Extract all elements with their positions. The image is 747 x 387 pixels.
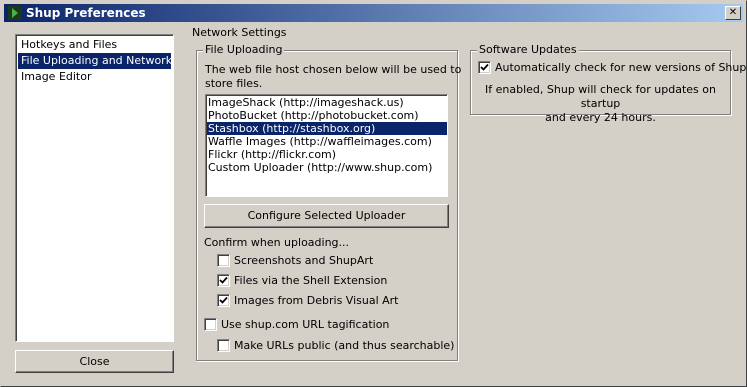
uploading-description-line1: The web file host chosen below will be u… — [205, 63, 462, 76]
shell-extension-checkbox[interactable] — [217, 274, 230, 287]
preferences-window: Shup Preferences ✕ Hotkeys and Files Fil… — [0, 0, 747, 387]
update-note: If enabled, Shup will check for updates … — [471, 83, 730, 125]
confirm-uploading-label: Confirm when uploading... — [204, 236, 350, 249]
uploading-description-line2: store files. — [205, 77, 263, 90]
sidebar-item-file-uploading[interactable]: File Uploading and Network — [18, 53, 172, 69]
sidebar-item-hotkeys[interactable]: Hotkeys and Files — [18, 37, 171, 53]
public-urls-checkbox-label[interactable]: Make URLs public (and thus searchable) — [234, 339, 454, 353]
tagification-checkbox[interactable] — [204, 318, 217, 331]
sidebar-item-image-editor[interactable]: Image Editor — [18, 69, 171, 85]
close-button[interactable]: Close — [15, 350, 174, 373]
title-bar[interactable]: Shup Preferences ✕ — [4, 4, 743, 22]
update-note-line1: If enabled, Shup will check for updates … — [485, 83, 716, 110]
network-settings-label: Network Settings — [190, 26, 289, 40]
window-title: Shup Preferences — [26, 6, 146, 20]
configure-uploader-button[interactable]: Configure Selected Uploader — [204, 204, 449, 228]
public-urls-checkbox[interactable] — [217, 339, 230, 352]
uploading-description: The web file host chosen below will be u… — [205, 63, 461, 91]
checkmark-icon — [219, 296, 228, 304]
debris-visual-art-checkbox-label[interactable]: Images from Debris Visual Art — [234, 294, 399, 308]
host-item-stashbox[interactable]: Stashbox (http://stashbox.org) — [207, 122, 447, 135]
checkmark-icon — [219, 276, 228, 284]
tagification-checkbox-label[interactable]: Use shup.com URL tagification — [221, 318, 389, 332]
screenshots-checkbox-label[interactable]: Screenshots and ShupArt — [234, 254, 373, 268]
update-note-line2: and every 24 hours. — [545, 111, 656, 124]
auto-update-checkbox[interactable] — [478, 61, 491, 74]
debris-visual-art-checkbox[interactable] — [217, 294, 230, 307]
app-icon — [8, 6, 22, 20]
host-item-flickr[interactable]: Flickr (http://flickr.com) — [207, 148, 447, 161]
host-item-imageshack[interactable]: ImageShack (http://imageshack.us) — [207, 96, 447, 109]
host-item-custom-uploader[interactable]: Custom Uploader (http://www.shup.com) — [207, 161, 447, 174]
close-icon[interactable]: ✕ — [725, 6, 741, 20]
file-uploading-label: File Uploading — [203, 43, 285, 57]
screenshots-checkbox[interactable] — [217, 254, 230, 267]
checkmark-icon — [480, 63, 489, 71]
category-list[interactable]: Hotkeys and Files File Uploading and Net… — [15, 34, 174, 342]
file-host-list[interactable]: ImageShack (http://imageshack.us) PhotoB… — [205, 94, 448, 197]
host-item-photobucket[interactable]: PhotoBucket (http://photobucket.com) — [207, 109, 447, 122]
shell-extension-checkbox-label[interactable]: Files via the Shell Extension — [234, 274, 387, 288]
host-item-waffle-images[interactable]: Waffle Images (http://waffleimages.com) — [207, 135, 447, 148]
auto-update-checkbox-label[interactable]: Automatically check for new versions of … — [495, 61, 747, 75]
software-updates-label: Software Updates — [477, 43, 579, 57]
